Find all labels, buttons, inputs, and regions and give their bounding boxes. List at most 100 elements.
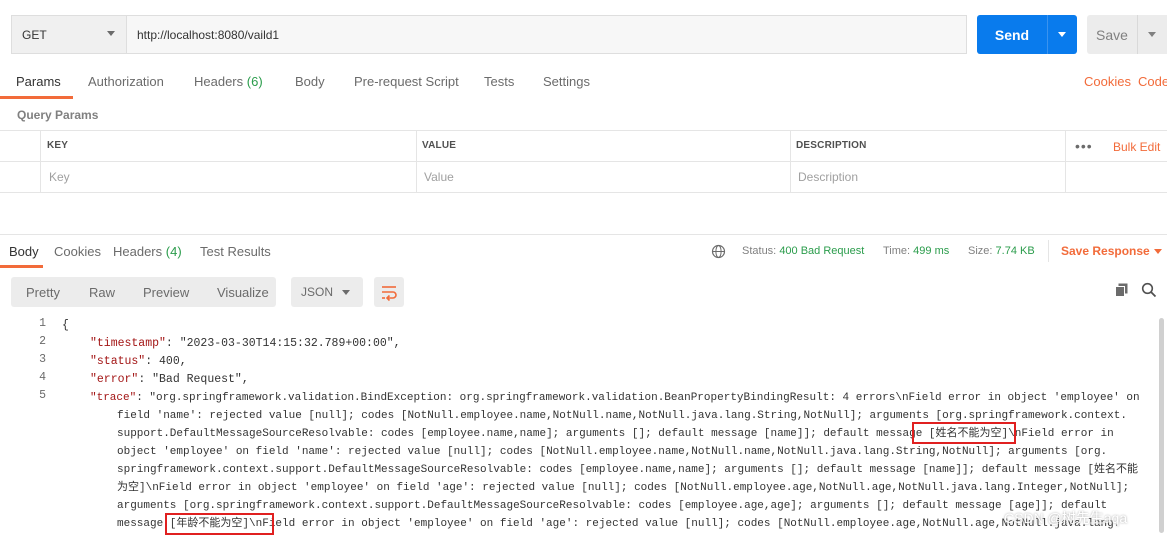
tab-settings[interactable]: Settings	[543, 74, 590, 89]
tab-label: Pre-request Script	[354, 74, 459, 89]
pane-divider[interactable]	[0, 234, 1167, 235]
tab-authorization[interactable]: Authorization	[88, 74, 164, 89]
highlight-box	[912, 422, 1016, 444]
save-response-button[interactable]: Save Response	[1061, 244, 1150, 258]
pretty-button[interactable]: Pretty	[26, 285, 60, 300]
column-header-value: VALUE	[422, 140, 457, 151]
tab-headers[interactable]: Headers (6)	[194, 74, 263, 89]
tab-label: Cookies	[54, 244, 101, 259]
chevron-down-icon	[1058, 32, 1066, 37]
size-info: Size: 7.74 KB	[968, 245, 1035, 257]
scrollbar[interactable]	[1159, 318, 1164, 533]
tab-label: Settings	[543, 74, 590, 89]
chevron-down-icon[interactable]	[1154, 249, 1162, 254]
table-border	[0, 192, 1167, 193]
response-tab-headers[interactable]: Headers (4)	[113, 244, 182, 259]
tab-label: Headers	[194, 74, 244, 89]
url-text: http://localhost:8080/vaild1	[137, 27, 280, 42]
table-divider	[416, 130, 417, 192]
line-number: 1	[39, 317, 46, 330]
method-label: GET	[22, 27, 47, 42]
value-input[interactable]: Value	[424, 170, 454, 184]
code-line: 为空]\nField error in object 'employee' on…	[117, 482, 1130, 494]
response-tab-test-results[interactable]: Test Results	[200, 244, 271, 259]
line-number: 2	[39, 335, 46, 348]
chevron-down-icon	[342, 290, 350, 295]
code-link[interactable]: Code	[1138, 74, 1167, 89]
tab-label: Test Results	[200, 244, 271, 259]
line-number: 3	[39, 353, 46, 366]
globe-icon[interactable]	[711, 244, 726, 259]
json-value: : "2023-03-30T14:15:32.789+00:00",	[165, 337, 401, 350]
table-divider	[790, 130, 791, 192]
tab-body[interactable]: Body	[295, 74, 325, 89]
tab-pre-request-script[interactable]: Pre-request Script	[354, 74, 459, 89]
method-select[interactable]: GET	[11, 15, 126, 54]
response-tab-cookies[interactable]: Cookies	[54, 244, 101, 259]
save-button[interactable]: Save	[1087, 15, 1137, 54]
json-value: : "Bad Request",	[138, 373, 249, 386]
status-label: Status:	[742, 245, 777, 257]
table-divider	[40, 130, 41, 192]
tab-params[interactable]: Params	[16, 74, 61, 89]
search-icon[interactable]	[1141, 282, 1157, 298]
format-label: JSON	[301, 285, 334, 299]
table-border	[0, 130, 1167, 131]
json-key: "timestamp"	[90, 337, 166, 350]
code-line: springframework.context.support.DefaultM…	[117, 464, 1138, 476]
json-key: "trace"	[90, 392, 137, 404]
table-border	[0, 161, 1167, 162]
copy-icon[interactable]	[1115, 283, 1129, 297]
column-header-key: KEY	[47, 140, 69, 151]
time-label: Time:	[883, 245, 911, 257]
key-input[interactable]: Key	[49, 170, 70, 184]
description-input[interactable]: Description	[798, 170, 858, 184]
line-number: 5	[39, 389, 46, 402]
send-button[interactable]: Send	[977, 15, 1047, 54]
tab-label: Body	[295, 74, 325, 89]
line-number: 4	[39, 371, 46, 384]
code-line: "error": "Bad Request",	[90, 371, 249, 389]
preview-button[interactable]: Preview	[143, 285, 189, 300]
tab-label: Tests	[484, 74, 515, 89]
format-select[interactable]: JSON	[291, 277, 363, 307]
tab-label: Headers	[113, 244, 163, 259]
query-params-title: Query Params	[17, 108, 99, 122]
response-tab-body[interactable]: Body	[9, 244, 39, 259]
code-line: {	[62, 319, 69, 332]
active-tab-indicator	[0, 265, 43, 268]
json-key: "status"	[90, 355, 146, 368]
tab-count: (6)	[246, 74, 263, 89]
active-tab-indicator	[0, 96, 73, 99]
chevron-down-icon	[107, 31, 115, 36]
code-line: object 'employee' on field 'name': rejec…	[117, 446, 1108, 458]
tab-tests[interactable]: Tests	[484, 74, 514, 89]
code-line: "timestamp": "2023-03-30T14:15:32.789+00…	[90, 335, 401, 353]
size-value: 7.74 KB	[995, 245, 1035, 257]
send-options-button[interactable]	[1047, 15, 1077, 54]
size-label: Size:	[968, 245, 993, 257]
code-line: "status": 400,	[90, 353, 187, 371]
bulk-edit-link[interactable]: Bulk Edit	[1113, 140, 1160, 154]
watermark: CSDN @树先生aqa	[1004, 510, 1128, 526]
table-divider	[1065, 130, 1066, 192]
highlight-box	[165, 513, 274, 535]
raw-button[interactable]: Raw	[89, 285, 115, 300]
code-line: "trace": "org.springframework.validation…	[90, 389, 1140, 407]
more-options-icon[interactable]: •••	[1075, 138, 1093, 154]
cookies-link[interactable]: Cookies	[1084, 74, 1131, 89]
json-key: "error"	[90, 373, 139, 386]
tab-label: Params	[16, 74, 61, 89]
chevron-down-icon	[1148, 32, 1156, 37]
wrap-lines-button[interactable]	[374, 277, 404, 307]
json-value: : 400,	[145, 355, 187, 368]
status-info: Status: 400 Bad Request	[742, 245, 864, 257]
column-header-description: DESCRIPTION	[796, 140, 867, 151]
time-info: Time: 499 ms	[883, 245, 949, 257]
save-options-button[interactable]	[1137, 15, 1167, 54]
visualize-button[interactable]: Visualize	[217, 285, 269, 300]
url-input[interactable]: http://localhost:8080/vaild1	[126, 15, 967, 54]
status-value: 400 Bad Request	[779, 245, 865, 257]
separator	[1048, 240, 1049, 262]
tab-label: Authorization	[88, 74, 164, 89]
